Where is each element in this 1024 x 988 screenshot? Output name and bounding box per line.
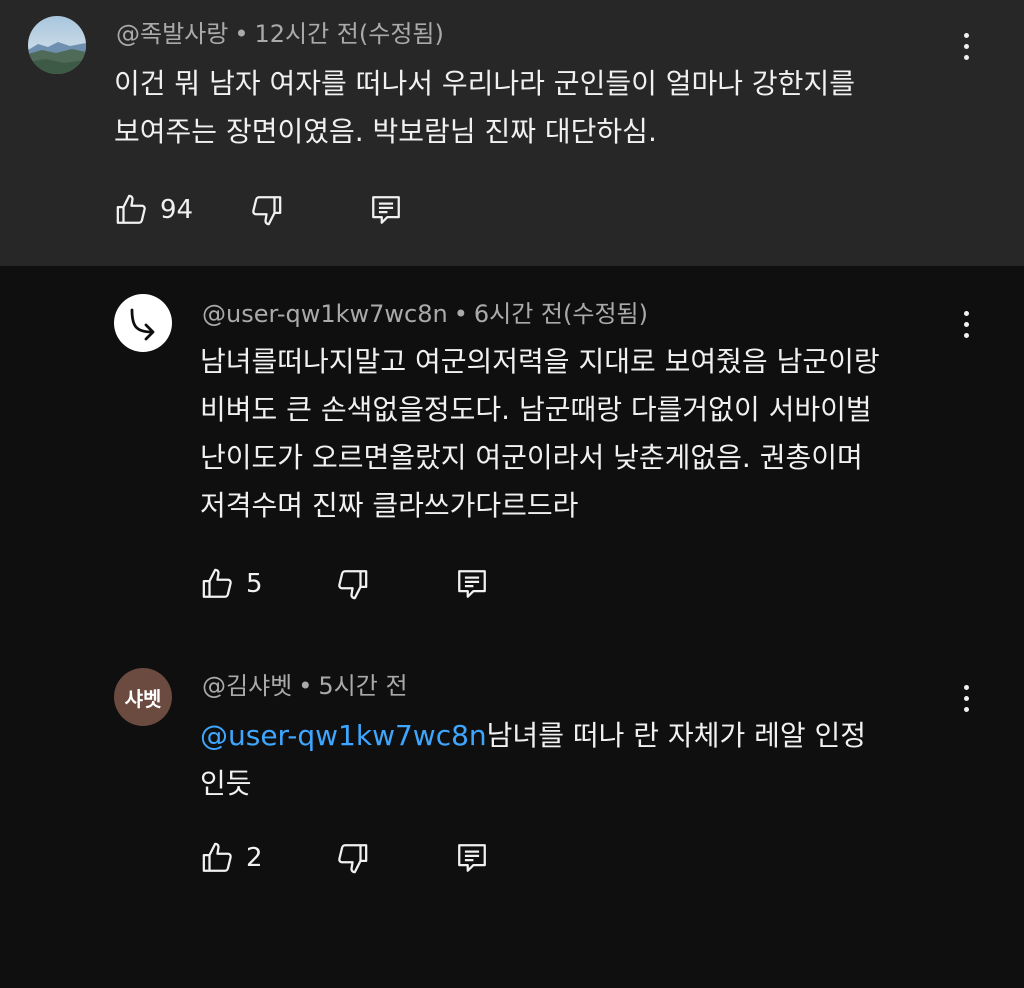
like-button[interactable]	[114, 192, 150, 228]
comment-actions: 5	[200, 564, 263, 604]
reply-icon	[372, 196, 400, 224]
more-options-icon[interactable]	[954, 678, 978, 718]
timestamp[interactable]: 12시간 전(수정됨)	[254, 20, 443, 48]
comment-text: @user-qw1kw7wc8n남녀를 떠나 란 자체가 레알 인정 인듯	[200, 712, 980, 808]
reply-button[interactable]	[368, 192, 404, 228]
reply-action	[454, 838, 490, 878]
reply-action	[368, 190, 404, 230]
avatar[interactable]	[28, 16, 86, 74]
dislike-action	[334, 564, 370, 604]
thumbs-up-icon	[202, 842, 232, 872]
avatar[interactable]: 샤벳	[114, 668, 172, 726]
separator-dot: •	[453, 300, 468, 328]
like-count: 5	[246, 569, 263, 599]
author-name[interactable]: @김샤벳	[202, 672, 292, 700]
landscape-avatar	[28, 16, 86, 74]
author-name[interactable]: @user-qw1kw7wc8n	[202, 300, 448, 328]
like-count: 2	[246, 843, 263, 873]
comments-panel: @족발사랑 • 12시간 전(수정됨) 이건 뭐 남자 여자를 떠나서 우리나라 군…	[0, 0, 1024, 988]
reply-icon	[458, 844, 486, 872]
dislike-action	[334, 838, 370, 878]
thumbs-down-icon	[338, 844, 368, 874]
comment-actions: 94	[114, 190, 193, 230]
dislike-button[interactable]	[334, 840, 370, 876]
dislike-action	[248, 190, 284, 230]
dislike-button[interactable]	[334, 566, 370, 602]
avatar[interactable]	[114, 294, 172, 352]
comment-meta: @김샤벳 • 5시간 전	[202, 670, 408, 702]
comment-text: 남녀를떠나지말고 여군의저력을 지대로 보여줬음 남군이랑 비벼도 큰 손색없을…	[200, 345, 880, 522]
reply-arrow-icon	[130, 308, 155, 341]
thumbs-down-icon	[252, 196, 282, 226]
comment-actions: 2	[200, 838, 263, 878]
mention-link[interactable]: @user-qw1kw7wc8n	[200, 719, 487, 752]
like-button[interactable]	[200, 566, 236, 602]
like-button[interactable]	[200, 840, 236, 876]
comment-meta: @족발사랑 • 12시간 전(수정됨)	[116, 18, 444, 50]
more-options-icon[interactable]	[954, 304, 978, 344]
comment-text: 이건 뭐 남자 여자를 떠나서 우리나라 군인들이 얼마나 강한지를 보여주는 …	[114, 67, 855, 148]
dislike-button[interactable]	[248, 192, 284, 228]
thumbs-up-icon	[202, 568, 232, 598]
comment-meta: @user-qw1kw7wc8n • 6시간 전(수정됨)	[202, 298, 648, 330]
timestamp[interactable]: 6시간 전(수정됨)	[474, 300, 648, 328]
timestamp[interactable]: 5시간 전	[318, 672, 407, 700]
reply-action	[454, 564, 490, 604]
reply-button[interactable]	[454, 840, 490, 876]
separator-dot: •	[298, 672, 313, 700]
author-name[interactable]: @족발사랑	[116, 20, 228, 48]
thumbs-up-icon	[116, 194, 146, 224]
more-options-icon[interactable]	[954, 26, 978, 66]
separator-dot: •	[234, 20, 249, 48]
reply-icon	[458, 570, 486, 598]
thumbs-down-icon	[338, 570, 368, 600]
avatar-initials: 샤벳	[124, 686, 162, 711]
reply-button[interactable]	[454, 566, 490, 602]
like-count: 94	[160, 195, 194, 225]
